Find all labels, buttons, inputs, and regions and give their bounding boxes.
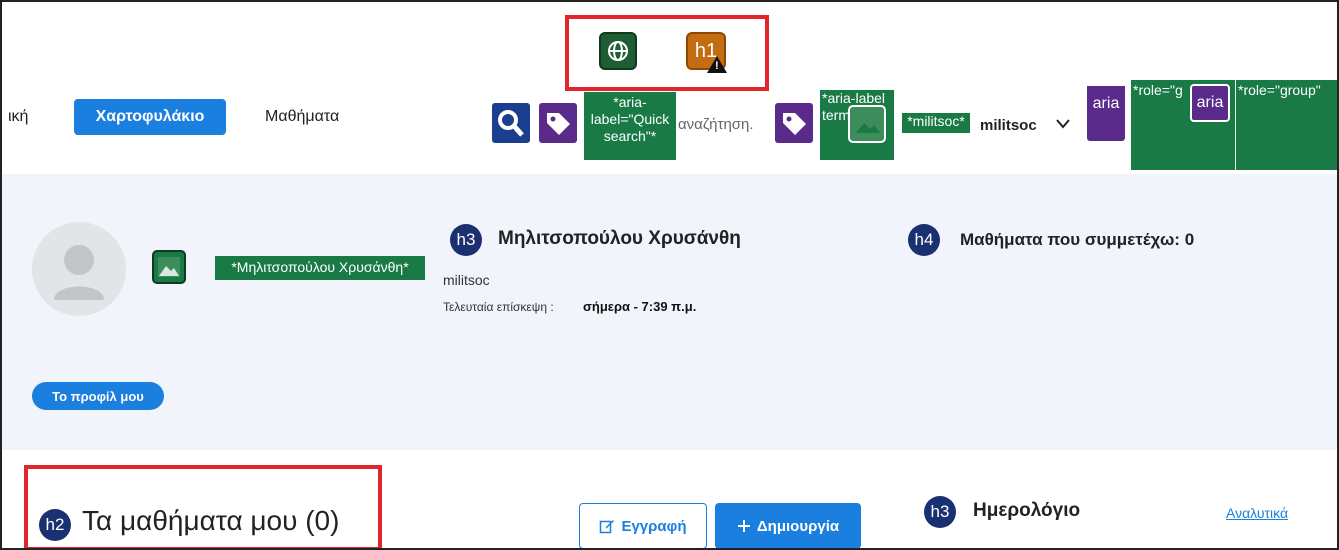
image-icon-profile	[152, 250, 186, 284]
profile-username: militsoc	[443, 272, 490, 288]
aria-badge-2: aria	[1190, 84, 1230, 122]
chevron-down-icon[interactable]	[1055, 117, 1071, 135]
nav-item-lessons[interactable]: Μαθήματα	[265, 108, 339, 126]
last-visit-value: σήμερα - 7:39 π.μ.	[583, 299, 697, 314]
create-button[interactable]: Δημιουργία	[715, 503, 861, 548]
search-placeholder[interactable]: αναζήτηση.	[678, 116, 754, 133]
nav-item-portfolio[interactable]: Χαρτοφυλάκιο	[74, 99, 226, 135]
h3-badge-calendar: h3	[924, 496, 956, 528]
edit-icon	[600, 520, 615, 534]
highlight-box-top	[565, 15, 769, 91]
my-courses-title: Τα μαθήματα μου (0)	[82, 505, 340, 536]
image-icon	[848, 105, 886, 143]
aria-label-quick-search: *aria-label="Quick search"*	[584, 92, 676, 160]
tag-icon	[539, 103, 577, 143]
last-visit-label: Τελευταία επίσκεψη :	[443, 300, 554, 314]
search-icon[interactable]	[492, 103, 530, 143]
plus-icon	[737, 520, 750, 532]
courses-count: Μαθήματα που συμμετέχω: 0	[960, 230, 1195, 249]
browser-frame: h1 ! ική Χαρτοφυλάκιο Μαθήματα *aria-lab…	[0, 0, 1339, 550]
create-button-label: Δημιουργία	[756, 517, 840, 535]
aria-badge-1-tail	[1087, 117, 1125, 141]
register-button[interactable]: Εγγραφή	[579, 503, 707, 548]
h3-badge-profile: h3	[450, 224, 482, 256]
register-button-label: Εγγραφή	[621, 517, 687, 535]
user-menu[interactable]: militsoc	[980, 117, 1037, 134]
alt-text-profile-name: *Μηλιτσοπούλου Χρυσάνθη*	[215, 256, 425, 280]
alt-text-militsoc: *militsoc*	[901, 112, 971, 134]
role-group-2: *role="group"	[1238, 82, 1321, 98]
calendar-title: Ημερολόγιο	[973, 500, 1081, 521]
profile-name: Μηλιτσοπούλου Χρυσάνθη	[498, 228, 741, 249]
nav-item-partial[interactable]: ική	[8, 108, 28, 126]
role-group-divider	[1235, 80, 1236, 170]
warning-mark: !	[715, 60, 719, 72]
my-profile-button[interactable]: Το προφίλ μου	[32, 382, 164, 410]
avatar	[32, 222, 126, 316]
h4-badge: h4	[908, 224, 940, 256]
h2-badge: h2	[39, 509, 71, 541]
calendar-details-link[interactable]: Αναλυτικά	[1226, 505, 1288, 521]
globe-icon[interactable]	[599, 32, 637, 70]
tag-icon-2	[775, 103, 813, 143]
